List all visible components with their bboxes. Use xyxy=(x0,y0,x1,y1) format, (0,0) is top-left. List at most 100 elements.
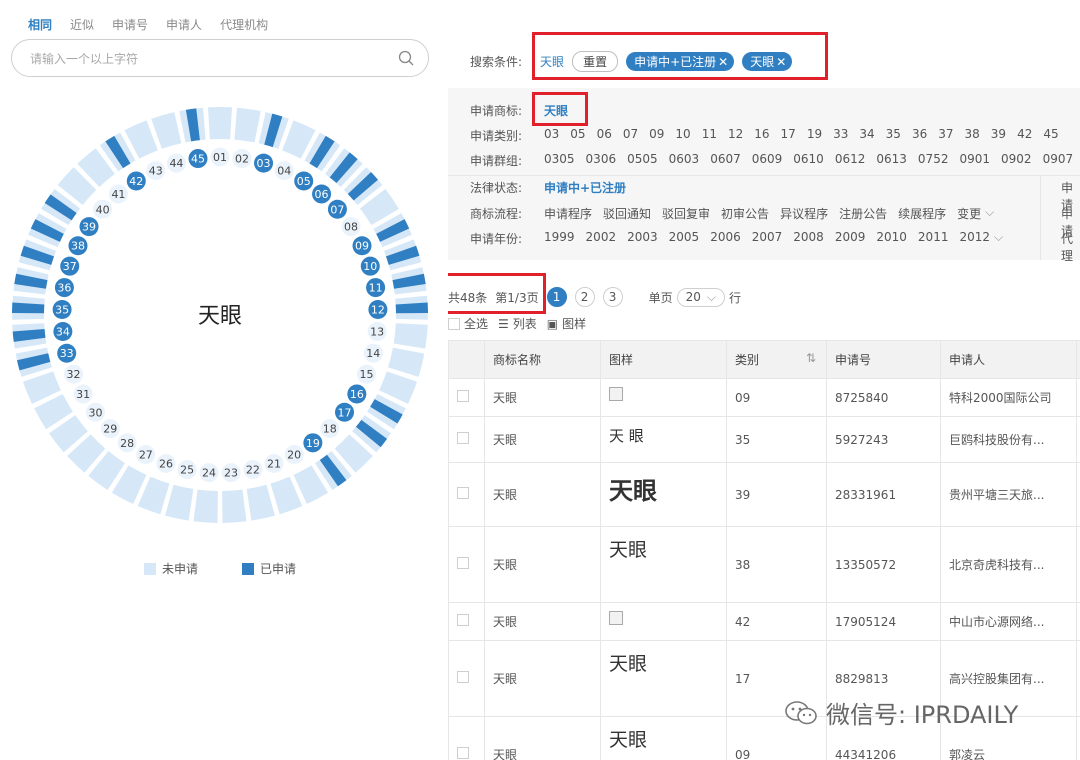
cell-appno[interactable]: 5927243 xyxy=(826,416,941,463)
filter-group-5[interactable]: 0609 xyxy=(752,152,783,169)
tab-2[interactable]: 申请号 xyxy=(112,16,148,33)
filter-class-17[interactable]: 39 xyxy=(991,127,1006,144)
ring-segment-01[interactable] xyxy=(207,107,233,140)
filter-class-1[interactable]: 05 xyxy=(570,127,585,144)
filter-process-3[interactable]: 初审公告 xyxy=(721,205,769,222)
cell-name[interactable]: 天眼 xyxy=(484,462,601,527)
filter-class-8[interactable]: 16 xyxy=(754,127,769,144)
filter-process-1[interactable]: 驳回通知 xyxy=(603,205,651,222)
tab-3[interactable]: 申请人 xyxy=(166,16,202,33)
row-checkbox[interactable] xyxy=(457,432,469,444)
filter-class-16[interactable]: 38 xyxy=(965,127,980,144)
filter-group-9[interactable]: 0752 xyxy=(918,152,949,169)
cell-name[interactable]: 天眼 xyxy=(484,416,601,463)
sort-icon[interactable]: ⇅ xyxy=(806,351,816,365)
filter-year-2[interactable]: 2003 xyxy=(627,230,658,247)
filter-group-7[interactable]: 0612 xyxy=(835,152,866,169)
table-row[interactable]: 天眼天 眼 35 5927243 巨鸥科技股份有... xyxy=(448,416,1080,463)
cell-name[interactable]: 天眼 xyxy=(484,602,601,641)
filter-process-6[interactable]: 续展程序 xyxy=(898,205,946,222)
search-input[interactable] xyxy=(30,49,390,69)
table-row[interactable]: 天眼 天眼 38 13350572 北京奇虎科技有... xyxy=(448,526,1080,603)
filter-class-11[interactable]: 33 xyxy=(833,127,848,144)
view-list-button[interactable]: ☰ 列表 xyxy=(498,315,537,332)
cell-name[interactable]: 天眼 xyxy=(484,716,601,760)
view-pattern-button[interactable]: ▣ 图样 xyxy=(547,315,586,332)
filter-class-5[interactable]: 10 xyxy=(675,127,690,144)
row-checkbox[interactable] xyxy=(457,390,469,402)
filter-group-10[interactable]: 0901 xyxy=(959,152,990,169)
filter-group-6[interactable]: 0610 xyxy=(793,152,824,169)
filter-year-8[interactable]: 2010 xyxy=(876,230,907,247)
per-page-select[interactable]: 20 ⌵ xyxy=(676,287,726,307)
chevron-down-icon[interactable]: ⌵ xyxy=(985,205,994,222)
cell-name[interactable]: 天眼 xyxy=(484,640,601,717)
page-button-3[interactable]: 3 xyxy=(602,287,623,307)
filter-group-2[interactable]: 0505 xyxy=(627,152,658,169)
ring-segment-14[interactable] xyxy=(388,347,425,377)
filter-class-14[interactable]: 36 xyxy=(912,127,927,144)
filter-class-18[interactable]: 42 xyxy=(1017,127,1032,144)
cell-appno[interactable]: 17905124 xyxy=(826,602,941,641)
header-class[interactable]: 类别 ⇅ xyxy=(726,340,827,379)
chevron-down-icon[interactable]: ⌵ xyxy=(994,230,1003,247)
cell-applicant[interactable]: 巨鸥科技股份有... xyxy=(940,416,1077,463)
filter-process-4[interactable]: 异议程序 xyxy=(780,205,828,222)
filter-group-3[interactable]: 0603 xyxy=(669,152,700,169)
search-icon[interactable] xyxy=(398,50,414,66)
row-checkbox[interactable] xyxy=(457,557,469,569)
filter-group-8[interactable]: 0613 xyxy=(876,152,907,169)
filter-process-0[interactable]: 申请程序 xyxy=(544,205,592,222)
row-checkbox[interactable] xyxy=(457,487,469,499)
cell-sample[interactable]: 天眼 xyxy=(600,462,727,527)
filter-year-9[interactable]: 2011 xyxy=(918,230,949,247)
filter-class-15[interactable]: 37 xyxy=(938,127,953,144)
filter-class-4[interactable]: 09 xyxy=(649,127,664,144)
filter-class-13[interactable]: 35 xyxy=(886,127,901,144)
tab-0[interactable]: 相同 xyxy=(28,16,52,33)
filter-group-12[interactable]: 0907 xyxy=(1043,152,1074,169)
filter-group-1[interactable]: 0306 xyxy=(586,152,617,169)
filter-class-9[interactable]: 17 xyxy=(781,127,796,144)
tab-4[interactable]: 代理机构 xyxy=(220,16,268,33)
filter-class-0[interactable]: 03 xyxy=(544,127,559,144)
ring-segment-25[interactable] xyxy=(165,484,194,521)
cell-sample[interactable]: 天眼 xyxy=(600,716,727,760)
filter-year-1[interactable]: 2002 xyxy=(586,230,617,247)
filter-process-5[interactable]: 注册公告 xyxy=(839,205,887,222)
filter-year-0[interactable]: 1999 xyxy=(544,230,575,247)
filter-year-6[interactable]: 2008 xyxy=(793,230,824,247)
cell-sample[interactable]: 天眼 xyxy=(600,640,727,717)
filter-class-7[interactable]: 12 xyxy=(728,127,743,144)
row-checkbox[interactable] xyxy=(457,747,469,759)
filter-year-5[interactable]: 2007 xyxy=(752,230,783,247)
ring-segment-13[interactable] xyxy=(393,323,428,349)
cell-appno[interactable]: 8725840 xyxy=(826,378,941,417)
filter-class-3[interactable]: 07 xyxy=(623,127,638,144)
row-checkbox[interactable] xyxy=(457,671,469,683)
cell-appno[interactable]: 13350572 xyxy=(826,526,941,603)
page-button-1[interactable]: 1 xyxy=(546,287,567,307)
ring-segment-24[interactable] xyxy=(193,489,218,523)
ring-segment-22[interactable] xyxy=(246,484,275,521)
table-row[interactable]: 天眼 42 17905124 中山市心源网络... xyxy=(448,602,1080,641)
table-row[interactable]: 天眼 09 8725840 特科2000国际公司 xyxy=(448,378,1080,417)
filter-year-10[interactable]: 2012 xyxy=(959,230,990,247)
filter-group-11[interactable]: 0902 xyxy=(1001,152,1032,169)
filter-process-2[interactable]: 驳回复审 xyxy=(662,205,710,222)
cell-sample[interactable] xyxy=(600,602,727,641)
filter-class-10[interactable]: 19 xyxy=(807,127,822,144)
page-button-2[interactable]: 2 xyxy=(574,287,595,307)
cell-applicant[interactable]: 中山市心源网络... xyxy=(940,602,1077,641)
ring-segment-23[interactable] xyxy=(222,489,247,523)
table-row[interactable]: 天眼 天眼 39 28331961 贵州平塘三天旅... xyxy=(448,462,1080,527)
filter-class-6[interactable]: 11 xyxy=(702,127,717,144)
filter-class-19[interactable]: 45 xyxy=(1043,127,1058,144)
cell-name[interactable]: 天眼 xyxy=(484,526,601,603)
cell-sample[interactable]: 天眼 xyxy=(600,526,727,603)
select-all-checkbox[interactable] xyxy=(448,317,460,330)
filter-class-12[interactable]: 34 xyxy=(859,127,874,144)
cell-sample[interactable] xyxy=(600,378,727,417)
filter-year-7[interactable]: 2009 xyxy=(835,230,866,247)
cell-sample[interactable]: 天 眼 xyxy=(600,416,727,463)
